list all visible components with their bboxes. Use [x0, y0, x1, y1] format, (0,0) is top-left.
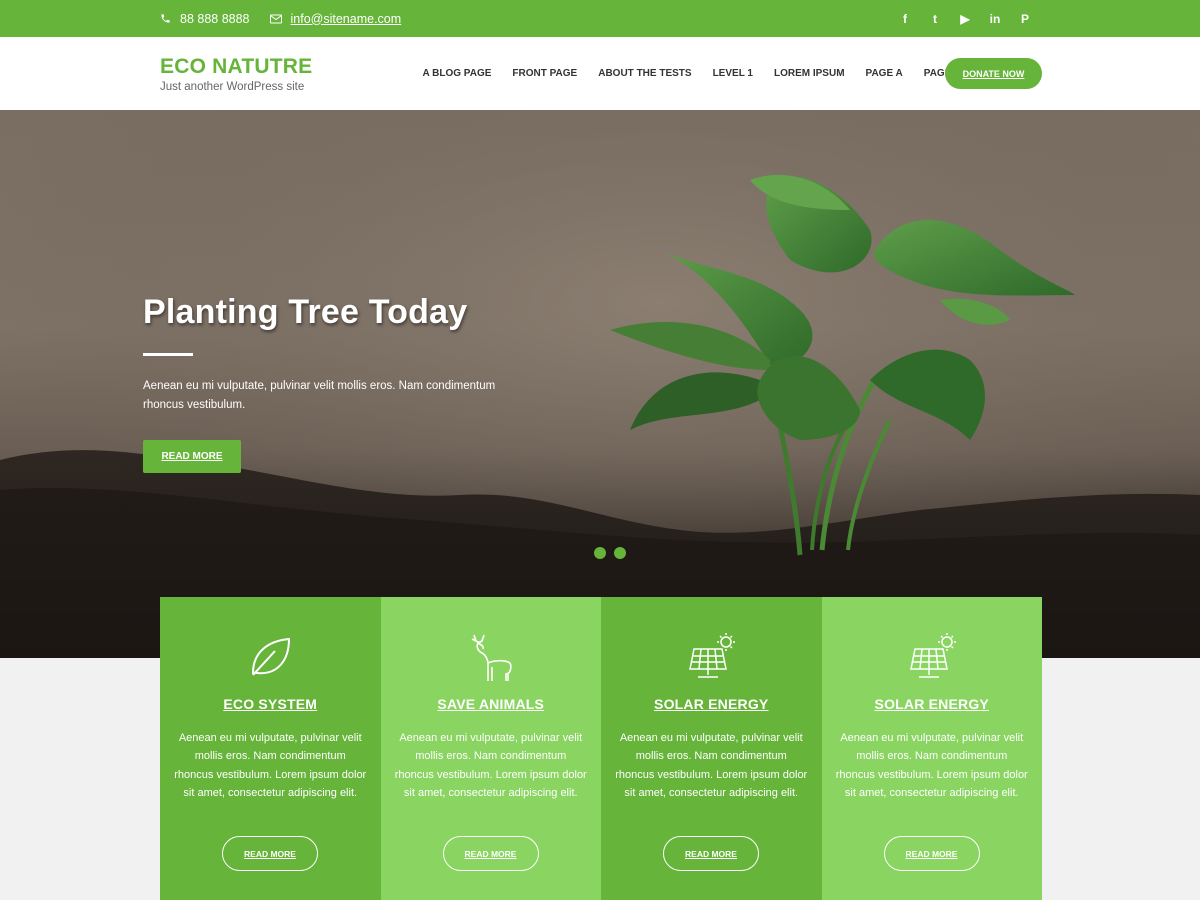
contact-info: 88 888 8888 info@sitename.com: [160, 0, 421, 37]
nav-item[interactable]: LOREM IPSUM: [763, 68, 855, 79]
phone-item[interactable]: 88 888 8888: [160, 12, 250, 26]
hero-divider: [143, 353, 193, 356]
email-link[interactable]: info@sitename.com: [291, 12, 402, 26]
feature-read-more-button[interactable]: READ MORE: [442, 836, 539, 871]
deer-icon: [471, 634, 512, 681]
nav-item[interactable]: LEVEL 1: [702, 68, 763, 79]
feature-text: Aenean eu mi vulputate, pulvinar velit m…: [615, 732, 808, 799]
feature-card: SOLAR ENERGY Aenean eu mi vulputate, pul…: [821, 597, 1043, 900]
hero-read-more-button[interactable]: READ MORE: [143, 440, 241, 473]
slider-dots: [594, 547, 634, 559]
phone-number: 88 888 8888: [180, 11, 250, 26]
main-nav: A BLOG PAGE FRONT PAGE ABOUT THE TESTS LEVE…: [412, 37, 972, 110]
site-tagline: Just another WordPress site: [160, 81, 305, 93]
site-header: ECO NATUTRE Just another WordPress site …: [0, 37, 1200, 110]
facebook-icon[interactable]: f: [890, 0, 920, 37]
feature-read-more-button[interactable]: READ MORE: [663, 836, 759, 871]
pinterest-icon[interactable]: P: [1010, 0, 1040, 37]
feature-text: Aenean eu mi vulputate, pulvinar velit m…: [174, 732, 367, 799]
hero-title: Planting Tree Today: [143, 293, 468, 331]
top-bar: 88 888 8888 info@sitename.com f t ▶ in P: [0, 0, 1200, 37]
email-item[interactable]: info@sitename.com: [269, 12, 402, 26]
nav-item[interactable]: PAGE A: [855, 68, 913, 79]
feature-title[interactable]: SAVE ANIMALS: [381, 696, 602, 712]
hero-text: Aenean eu mi vulputate, pulvinar velit m…: [143, 380, 496, 411]
feature-read-more-button[interactable]: READ MORE: [222, 836, 318, 871]
site-title[interactable]: ECO NATUTRE: [160, 55, 312, 79]
hero-slider: Planting Tree Today Aenean eu mi vulputa…: [0, 110, 1200, 658]
leaf-icon: [252, 637, 291, 676]
features-section: ECO SYSTEM Aenean eu mi vulputate, pulvi…: [160, 597, 1042, 900]
brand[interactable]: ECO NATUTRE Just another WordPress site: [160, 55, 312, 93]
slider-dot-1[interactable]: [594, 547, 606, 559]
solar-panel-icon: [909, 633, 956, 678]
feature-read-more-button[interactable]: READ MORE: [883, 836, 980, 871]
social-links: f t ▶ in P: [890, 0, 1040, 37]
nav-item[interactable]: ABOUT THE TESTS: [588, 68, 702, 79]
feature-text: Aenean eu mi vulputate, pulvinar velit m…: [835, 732, 1028, 799]
feature-card: SAVE ANIMALS Aenean eu mi vulputate, pul…: [380, 597, 602, 900]
feature-card: SOLAR ENERGY Aenean eu mi vulputate, pul…: [601, 597, 822, 900]
envelope-icon: [269, 14, 282, 23]
feature-title[interactable]: SOLAR ENERGY: [822, 696, 1043, 712]
youtube-icon[interactable]: ▶: [950, 0, 980, 37]
feature-title[interactable]: ECO SYSTEM: [160, 696, 381, 712]
feature-card: ECO SYSTEM Aenean eu mi vulputate, pulvi…: [160, 597, 381, 900]
feature-title[interactable]: SOLAR ENERGY: [601, 696, 822, 712]
solar-panel-icon: [689, 633, 736, 678]
linkedin-icon[interactable]: in: [980, 0, 1010, 37]
phone-icon: [161, 14, 170, 23]
nav-item[interactable]: A BLOG PAGE: [412, 68, 502, 79]
hero-content: Planting Tree Today Aenean eu mi vulputa…: [143, 293, 523, 473]
feature-text: Aenean eu mi vulputate, pulvinar velit m…: [394, 732, 587, 799]
slider-dot-2[interactable]: [614, 547, 626, 559]
nav-item[interactable]: FRONT PAGE: [502, 68, 588, 79]
donate-button[interactable]: DONATE NOW: [945, 58, 1042, 89]
twitter-icon[interactable]: t: [920, 0, 950, 37]
